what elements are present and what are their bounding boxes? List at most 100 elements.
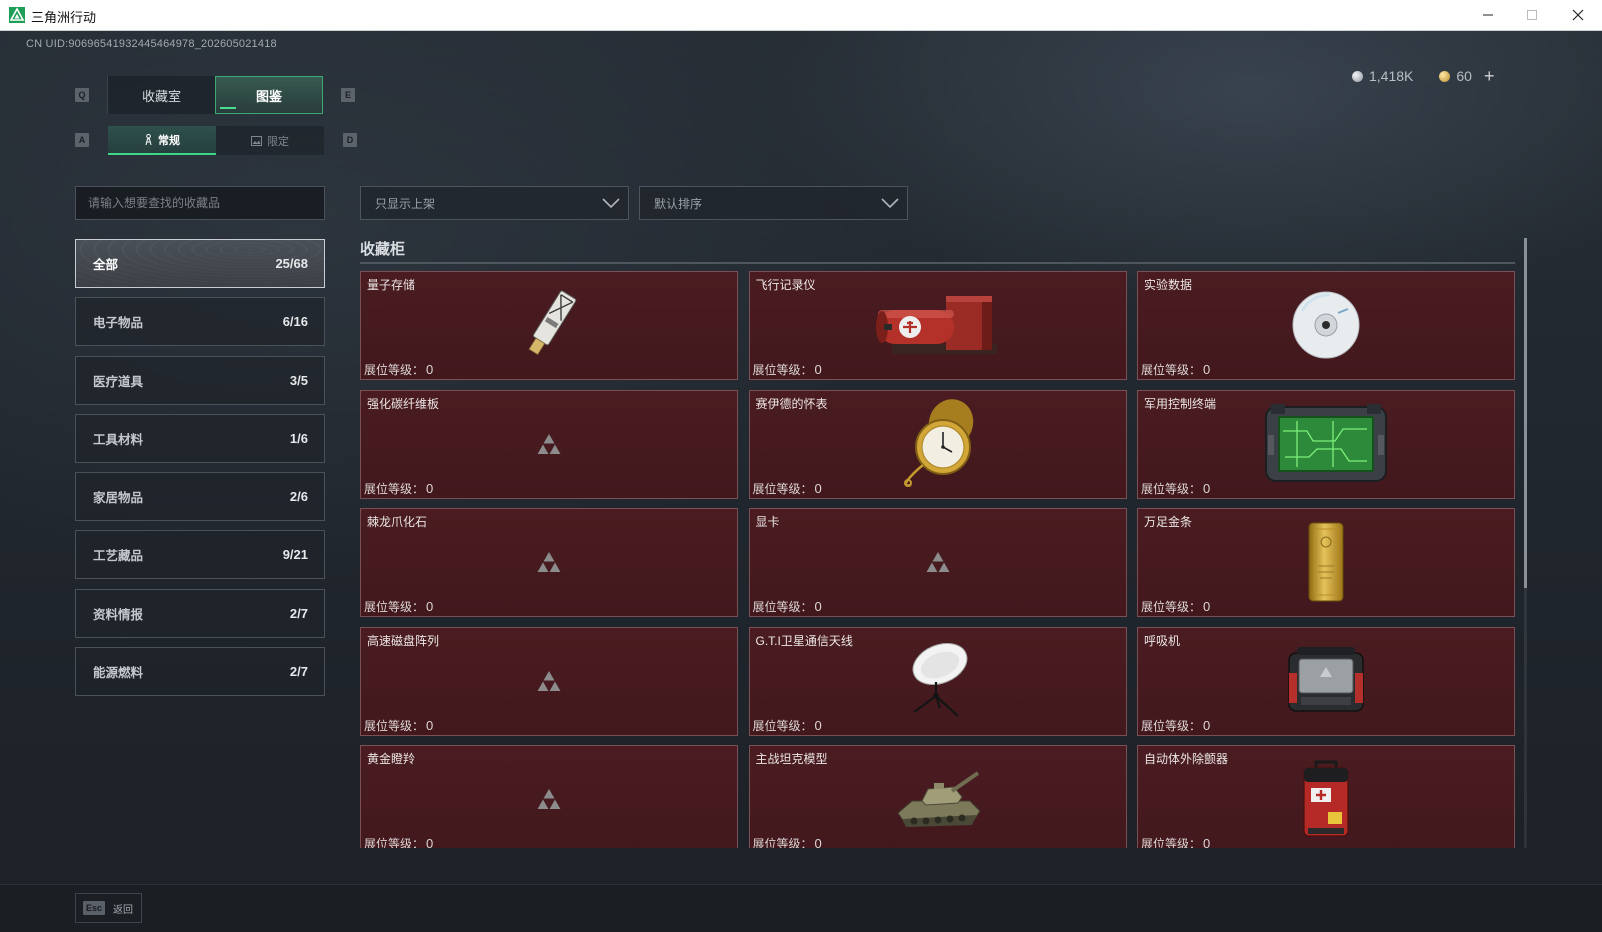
category-item[interactable]: 医疗道具 3/5: [75, 355, 325, 405]
card-item-name: 显卡: [755, 515, 780, 529]
collection-card[interactable]: 主战坦克模型 展位等级： 0: [748, 745, 1127, 848]
display-level-value: 0: [426, 480, 434, 496]
close-button[interactable]: [1558, 0, 1598, 30]
card-display-level: 展位等级： 0: [753, 361, 822, 378]
display-level-value: 0: [1203, 717, 1211, 733]
placeholder-logo-icon: [925, 551, 951, 573]
category-item[interactable]: 电子物品 6/16: [75, 297, 325, 347]
display-level-value: 0: [1203, 480, 1211, 496]
category-label: 家居物品: [93, 491, 144, 505]
collection-card[interactable]: 呼吸机展位等级： 0: [1137, 626, 1515, 736]
prev-subtab-key[interactable]: A: [75, 133, 89, 147]
category-item[interactable]: 全部 25/68: [75, 239, 325, 288]
collection-card[interactable]: 显卡展位等级： 0: [748, 508, 1127, 617]
window-titlebar[interactable]: 三角洲行动: [0, 0, 1602, 31]
subtab-regular-label: 常规: [158, 134, 180, 147]
collection-card[interactable]: 飞行记录仪 展位等级： 0: [748, 271, 1127, 380]
display-level-value: 0: [814, 362, 822, 377]
ventilator-icon: [1283, 643, 1369, 719]
tab-catalog[interactable]: 图鉴: [215, 76, 323, 114]
card-item-name: 主战坦克模型: [755, 752, 828, 766]
category-item[interactable]: 能源燃料 2/7: [75, 646, 325, 696]
pocket-watch-icon: [895, 398, 981, 489]
collection-card[interactable]: 实验数据 展位等级： 0: [1137, 271, 1515, 380]
collection-grid[interactable]: 量子存储 展位等级： 0 飞行记录仪 展位等级： 0 实验数据 展位等级： 0 强化碳纤维板 展位等…: [360, 271, 1520, 848]
category-item[interactable]: 工艺藏品 9/21: [75, 530, 325, 580]
search-input[interactable]: [75, 186, 325, 220]
next-tab-key[interactable]: E: [341, 88, 355, 102]
category-label: 工艺藏品: [93, 549, 144, 564]
collection-card[interactable]: 量子存储 展位等级： 0: [360, 271, 738, 380]
card-item-name: 呼吸机: [1144, 633, 1181, 648]
collection-card[interactable]: 黄金瞪羚展位等级： 0: [360, 745, 738, 848]
minimize-button[interactable]: [1468, 0, 1508, 30]
collection-card[interactable]: G.T.I卫星通信天线 展位等级： 0: [748, 626, 1127, 736]
subtab-regular[interactable]: 常规: [108, 126, 216, 155]
card-item-name: 军用控制终端: [1144, 396, 1217, 411]
category-count: 1/6: [289, 430, 308, 446]
control-terminal-icon: [1263, 401, 1389, 487]
collection-card[interactable]: 军用控制终端 展位等级： 0: [1137, 389, 1515, 499]
display-level-label: 展位等级：: [752, 363, 813, 377]
next-subtab-key[interactable]: D: [343, 133, 357, 147]
tab-collection-room[interactable]: 收藏室: [107, 76, 215, 114]
display-level-label: 展位等级：: [752, 718, 813, 733]
card-display-level: 展位等级： 0: [753, 835, 822, 848]
usb-drive-icon: [509, 285, 589, 365]
esc-key: Esc: [83, 901, 106, 915]
subtab-limited[interactable]: 限定: [216, 126, 324, 155]
card-display-level: 展位等级： 0: [364, 361, 433, 378]
display-level-value: 0: [426, 836, 434, 848]
collection-card[interactable]: 高速磁盘阵列 展位等级： 0: [360, 626, 738, 736]
collection-card[interactable]: 万足金条 展位等级： 0: [1137, 508, 1515, 617]
placeholder-logo-icon: [536, 788, 562, 810]
gold-coin-icon: [1439, 70, 1451, 82]
card-item-name: G.T.I卫星通信天线: [755, 633, 853, 648]
collection-card[interactable]: 强化碳纤维板 展位等级： 0: [360, 389, 738, 499]
display-level-value: 0: [1203, 836, 1211, 848]
category-label: 工具材料: [93, 432, 144, 447]
card-display-level: 展位等级： 0: [753, 598, 822, 615]
add-currency-button[interactable]: +: [1484, 66, 1495, 87]
placeholder-logo-icon: [536, 433, 562, 455]
display-level-label: 展位等级：: [364, 837, 425, 848]
category-label: 电子物品: [93, 316, 144, 331]
category-label: 全部: [93, 258, 119, 272]
chevron-down-icon: [881, 198, 899, 209]
category-count: 6/16: [282, 314, 308, 330]
currency-bar: 1,418K 60 +: [1352, 66, 1494, 86]
maximize-button[interactable]: [1512, 0, 1552, 30]
scrollbar[interactable]: [1524, 238, 1527, 848]
display-level-value: 0: [1203, 599, 1211, 614]
close-icon: [1572, 9, 1584, 21]
display-level-label: 展位等级：: [1141, 837, 1202, 848]
collection-card[interactable]: 赛伊德的怀表 展位等级： 0: [748, 389, 1127, 499]
collection-card[interactable]: 棘龙爪化石 展位等级： 0: [360, 508, 738, 617]
scrollbar-thumb[interactable]: [1524, 238, 1527, 588]
card-display-level: 展位等级： 0: [364, 598, 433, 615]
display-level-label: 展位等级：: [1141, 481, 1202, 496]
card-item-name: 高速磁盘阵列: [367, 633, 440, 648]
display-level-label: 展位等级：: [1141, 363, 1202, 377]
display-level-label: 展位等级：: [1141, 600, 1202, 614]
shelf-filter-dropdown[interactable]: 只显示上架: [360, 186, 629, 220]
display-level-label: 展位等级：: [1141, 718, 1202, 733]
category-item[interactable]: 工具材料 1/6: [75, 413, 325, 463]
display-level-label: 展位等级：: [752, 837, 813, 848]
card-item-name: 黄金瞪羚: [367, 752, 416, 766]
collection-card[interactable]: 自动体外除颤器 展位等级： 0: [1137, 745, 1515, 848]
prev-tab-key[interactable]: Q: [75, 88, 89, 102]
display-level-label: 展位等级：: [364, 600, 425, 614]
collection-screen: CN UID:90696541932445464978_202605021418…: [0, 31, 1602, 932]
card-display-level: 展位等级： 0: [753, 480, 822, 497]
display-level-label: 展位等级：: [752, 481, 813, 496]
back-button[interactable]: Esc 返回: [75, 893, 142, 923]
category-item[interactable]: 家居物品 2/6: [75, 472, 325, 521]
card-display-level: 展位等级： 0: [753, 717, 822, 734]
coin-balance: 1,418K: [1369, 68, 1414, 84]
window-title: 三角洲行动: [31, 10, 97, 25]
data-disc-icon: [1290, 289, 1362, 361]
category-item[interactable]: 资料情报 2/7: [75, 588, 325, 638]
category-count: 25/68: [275, 256, 308, 271]
sort-dropdown[interactable]: 默认排序: [639, 186, 908, 220]
